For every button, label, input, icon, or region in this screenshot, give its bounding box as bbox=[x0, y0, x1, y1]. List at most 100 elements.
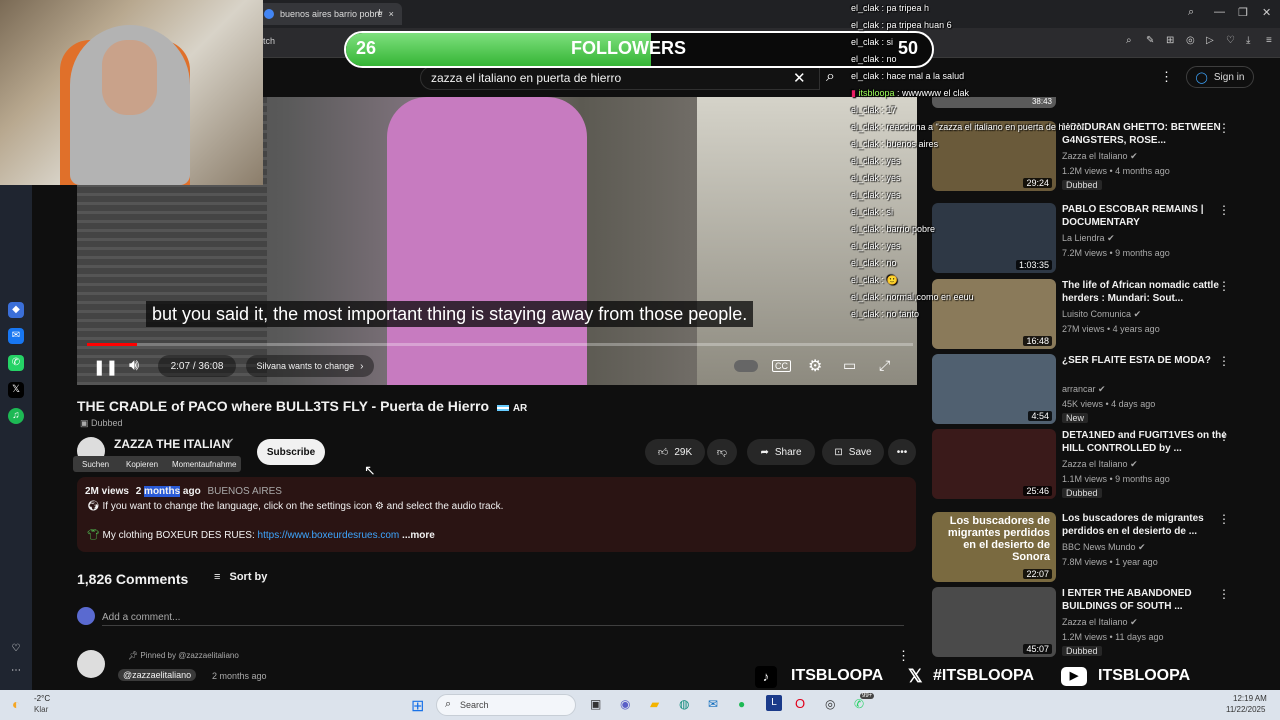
video-description[interactable]: 2M views 2 months ago BUENOS AIRES 🌍︎ If… bbox=[77, 477, 916, 552]
copilot-icon[interactable]: ◆ bbox=[8, 302, 24, 318]
taskbar-search[interactable]: ⌕ Search bbox=[436, 694, 576, 716]
context-menu-snapshot[interactable]: Momentaufnahme bbox=[172, 460, 236, 469]
play-icon[interactable]: ▷ bbox=[1206, 35, 1214, 46]
pinned-comment-avatar[interactable] bbox=[77, 650, 105, 678]
rec-channel[interactable]: arrancar ✔ bbox=[1062, 384, 1106, 395]
spotify-icon[interactable]: ♫ bbox=[8, 408, 24, 424]
dock-more-icon[interactable]: ⋯ bbox=[8, 663, 24, 679]
autoplay-toggle[interactable] bbox=[734, 360, 758, 372]
location-tag[interactable]: BUENOS AIRES bbox=[208, 486, 282, 497]
menu-icon[interactable]: ≡ bbox=[1266, 35, 1272, 46]
recommendation-card[interactable]: 25:46 DETA1NED and FUGIT1VES on the HILL … bbox=[932, 429, 1232, 501]
extension-icon[interactable]: ⊞ bbox=[1166, 35, 1174, 46]
download-icon[interactable]: ⤓ bbox=[1246, 35, 1250, 46]
search-input[interactable]: zazza el italiano en puerta de hierro bbox=[431, 71, 621, 85]
whatsapp-taskbar-icon[interactable]: ✆ bbox=[854, 697, 864, 711]
rec-thumbnail[interactable]: 25:46 bbox=[932, 429, 1056, 499]
rec-channel[interactable]: Zazza el Italiano ✔ bbox=[1062, 459, 1138, 470]
favorite-heart-icon[interactable]: ♡ bbox=[8, 641, 24, 657]
heart-icon[interactable]: ♡ bbox=[1226, 35, 1235, 46]
recommendation-card[interactable]: 16:48 The life of African nomadic cattle … bbox=[932, 279, 1232, 351]
rec-more-icon[interactable]: ⋮ bbox=[1218, 354, 1230, 368]
minimize-icon[interactable]: — bbox=[1214, 6, 1225, 18]
recommendation-card[interactable]: 4:54 ¿SER FLAITE ESTA DE MODA? arrancar ✔ 4… bbox=[932, 354, 1232, 426]
more-options-icon[interactable]: ⋮ bbox=[1160, 69, 1173, 85]
search-button-icon[interactable]: ⌕ bbox=[826, 68, 835, 86]
weather-temp[interactable]: -2°C bbox=[34, 694, 50, 703]
add-comment-field[interactable]: Add a comment... bbox=[102, 607, 904, 626]
save-button[interactable]: ⊡ Save bbox=[822, 439, 884, 465]
rec-title[interactable]: HONDURAN GHETTO: BETWEEN G4NGSTERS, ROSE… bbox=[1062, 121, 1227, 147]
settings-gear-icon[interactable]: ⚙ bbox=[808, 356, 822, 376]
rec-channel[interactable]: Zazza el Italiano ✔ bbox=[1062, 617, 1138, 628]
rec-title[interactable]: I ENTER THE ABANDONED BUILDINGS OF SOUTH… bbox=[1062, 587, 1227, 613]
comment-more-icon[interactable]: ⋮ bbox=[897, 648, 910, 664]
rec-thumbnail[interactable]: 16:48 bbox=[932, 279, 1056, 349]
volume-icon[interactable]: 🔊︎ bbox=[129, 357, 139, 375]
dislike-button[interactable]: 👎︎ bbox=[707, 439, 737, 465]
weather-icon[interactable]: ◐ bbox=[12, 696, 20, 712]
recommendation-card[interactable]: Los buscadores de migrantes perdidos en … bbox=[932, 512, 1232, 584]
x-icon[interactable]: 𝕏 bbox=[8, 382, 24, 398]
rec-more-icon[interactable]: ⋮ bbox=[1218, 203, 1230, 217]
edge-icon[interactable]: ◍ bbox=[679, 697, 689, 711]
sign-in-button[interactable]: ◯ Sign in bbox=[1186, 66, 1254, 88]
search-box[interactable]: zazza el italiano en puerta de hierro ✕ bbox=[420, 66, 820, 90]
whatsapp-icon[interactable]: ✆ bbox=[8, 355, 24, 371]
channel-name[interactable]: ZAZZA THE ITALIAN bbox=[114, 437, 230, 451]
teams-icon[interactable]: ◉ bbox=[620, 697, 630, 711]
captions-icon[interactable]: CC bbox=[772, 360, 791, 372]
clear-search-icon[interactable]: ✕ bbox=[793, 69, 806, 87]
miniplayer-icon[interactable]: ▭ bbox=[843, 357, 856, 374]
rec-title[interactable]: DETA1NED and FUGIT1VES on the HILL CONTR… bbox=[1062, 429, 1227, 455]
rec-title[interactable]: The life of African nomadic cattle herde… bbox=[1062, 279, 1227, 305]
rec-channel[interactable]: Luisito Comunica ✔ bbox=[1062, 309, 1141, 320]
video-progress-bar[interactable] bbox=[87, 343, 913, 346]
rec-more-icon[interactable]: ⋮ bbox=[1218, 512, 1230, 526]
spotify-taskbar-icon[interactable]: ● bbox=[738, 697, 745, 711]
close-window-icon[interactable]: ✕ bbox=[1262, 6, 1271, 19]
rec-more-icon[interactable]: ⋮ bbox=[1218, 121, 1230, 135]
messenger-icon[interactable]: ✉ bbox=[8, 328, 24, 344]
sort-by-button[interactable]: ≡ Sort by bbox=[214, 571, 267, 583]
like-button[interactable]: 👍︎ 29K bbox=[645, 439, 705, 465]
file-explorer-icon[interactable]: ▰ bbox=[650, 697, 659, 711]
rec-thumbnail[interactable]: 1:03:35 bbox=[932, 203, 1056, 273]
share-button[interactable]: ➦ Share bbox=[747, 439, 815, 465]
rec-title[interactable]: PABLO ESCOBAR REMAINS | DOCUMENTARY bbox=[1062, 203, 1227, 229]
obs-icon[interactable]: ◎ bbox=[825, 697, 835, 711]
close-tab-icon[interactable]: × bbox=[389, 9, 394, 19]
chapter-button[interactable]: Silvana wants to change › bbox=[246, 355, 374, 377]
outlook-icon[interactable]: ✉ bbox=[708, 697, 718, 711]
clothing-link[interactable]: https://www.boxeurdesrues.com bbox=[258, 530, 400, 541]
recommendation-card[interactable]: 1:03:35 PABLO ESCOBAR REMAINS | DOCUMENTA… bbox=[932, 203, 1232, 275]
context-menu-search[interactable]: Suchen bbox=[82, 460, 109, 469]
rec-channel[interactable]: Zazza el Italiano ✔ bbox=[1062, 151, 1138, 162]
rec-thumbnail[interactable]: 45:07 bbox=[932, 587, 1056, 657]
clock-time[interactable]: 12:19 AM bbox=[1233, 694, 1267, 703]
opera-icon[interactable]: O bbox=[795, 696, 805, 711]
rec-more-icon[interactable]: ⋮ bbox=[1218, 429, 1230, 443]
fullscreen-icon[interactable]: ⤢ bbox=[879, 357, 890, 374]
rec-channel[interactable]: BBC News Mundo ✔ bbox=[1062, 542, 1146, 553]
more-link[interactable]: ...more bbox=[402, 530, 435, 541]
search-tabs-icon[interactable]: ⌕ bbox=[1188, 6, 1194, 19]
url-fragment[interactable]: tch bbox=[263, 36, 275, 46]
pause-icon[interactable]: ❚❚ bbox=[93, 358, 118, 376]
rec-more-icon[interactable]: ⋮ bbox=[1218, 587, 1230, 601]
context-menu-copy[interactable]: Kopieren bbox=[126, 460, 158, 469]
maximize-icon[interactable]: ❐ bbox=[1238, 6, 1248, 19]
rec-thumbnail[interactable]: Los buscadores de migrantes perdidos en … bbox=[932, 512, 1056, 582]
more-actions-button[interactable]: ••• bbox=[888, 439, 916, 465]
clock-date[interactable]: 11/22/2025 bbox=[1226, 705, 1265, 714]
subscribe-button[interactable]: Subscribe bbox=[257, 439, 325, 465]
rec-title[interactable]: Los buscadores de migrantes perdidos en … bbox=[1062, 512, 1227, 538]
rec-channel[interactable]: La Liendra ✔ bbox=[1062, 233, 1115, 244]
shield-icon[interactable]: ◎ bbox=[1186, 35, 1195, 46]
zoom-icon[interactable]: ⌕ bbox=[1126, 35, 1132, 46]
pinned-author-badge[interactable]: @zazzaelitaliano bbox=[118, 669, 197, 681]
l-app-icon[interactable]: L bbox=[766, 695, 782, 711]
rec-more-icon[interactable]: ⋮ bbox=[1218, 279, 1230, 293]
start-button-icon[interactable]: ⊞ bbox=[411, 696, 424, 716]
recommendation-card[interactable]: 45:07 I ENTER THE ABANDONED BUILDINGS OF … bbox=[932, 587, 1232, 659]
